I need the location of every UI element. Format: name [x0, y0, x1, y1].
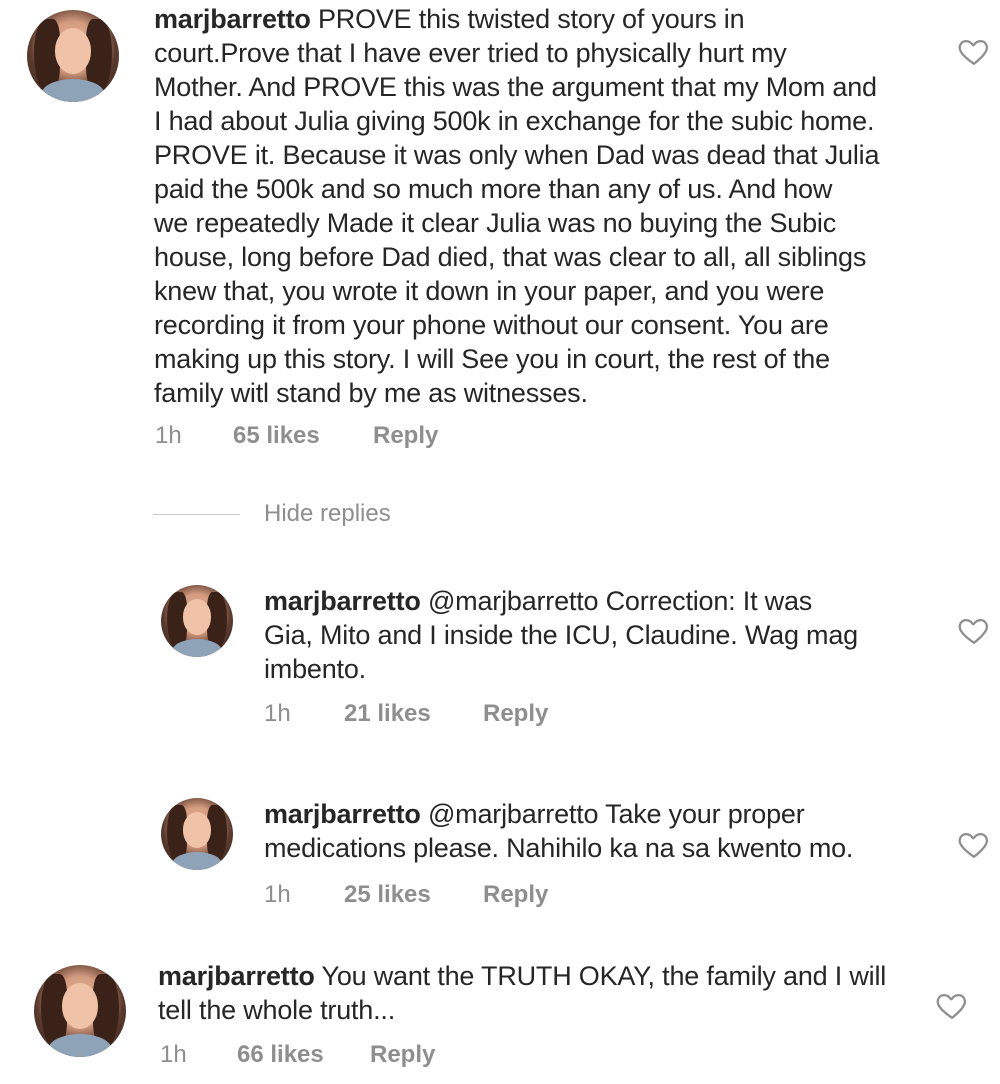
heart-outline-icon[interactable] — [935, 988, 969, 1022]
comment: marjbarretto You want the TRUTH OKAY, th… — [0, 955, 1000, 1084]
heart-outline-icon[interactable] — [957, 827, 991, 861]
timestamp: 1h — [264, 881, 291, 908]
reply-button[interactable]: Reply — [483, 700, 548, 728]
comment-meta: 1h 66 likes Reply — [160, 1041, 435, 1069]
avatar[interactable] — [34, 965, 126, 1057]
avatar[interactable] — [27, 10, 119, 102]
reply-comment: marjbarretto @marjbarretto Take your pro… — [0, 795, 1000, 915]
heart-outline-icon[interactable] — [957, 613, 991, 647]
comment: marjbarretto PROVE this twisted story of… — [0, 0, 1000, 470]
reply-button[interactable]: Reply — [483, 881, 548, 909]
likes-count[interactable]: 65 likes — [233, 422, 373, 450]
comment-meta: 1h 25 likes Reply — [264, 881, 548, 909]
divider — [153, 513, 240, 515]
likes-count[interactable]: 21 likes — [344, 700, 483, 728]
username[interactable]: marjbarretto — [154, 4, 311, 34]
avatar[interactable] — [161, 585, 233, 657]
hide-replies-button[interactable]: Hide replies — [153, 500, 391, 528]
reply-button[interactable]: Reply — [373, 422, 438, 450]
heart-outline-icon[interactable] — [957, 34, 991, 68]
comment-text: marjbarretto PROVE this twisted story of… — [154, 4, 880, 408]
timestamp: 1h — [155, 422, 182, 449]
comment-meta: 1h 21 likes Reply — [264, 700, 548, 728]
comment-meta: 1h 65 likes Reply — [155, 422, 438, 450]
comment-text: marjbarretto @marjbarretto Correction: I… — [264, 586, 858, 684]
avatar[interactable] — [161, 798, 233, 870]
comment-text: marjbarretto You want the TRUTH OKAY, th… — [158, 961, 887, 1025]
username[interactable]: marjbarretto — [158, 961, 315, 991]
username[interactable]: marjbarretto — [264, 799, 421, 829]
hide-replies-label: Hide replies — [264, 500, 391, 527]
timestamp: 1h — [160, 1041, 187, 1068]
likes-count[interactable]: 66 likes — [237, 1041, 370, 1069]
reply-comment: marjbarretto @marjbarretto Correction: I… — [0, 580, 1000, 740]
reply-button[interactable]: Reply — [370, 1041, 435, 1069]
likes-count[interactable]: 25 likes — [344, 881, 483, 909]
comment-text: marjbarretto @marjbarretto Take your pro… — [264, 799, 854, 863]
username[interactable]: marjbarretto — [264, 586, 421, 616]
timestamp: 1h — [264, 700, 291, 727]
